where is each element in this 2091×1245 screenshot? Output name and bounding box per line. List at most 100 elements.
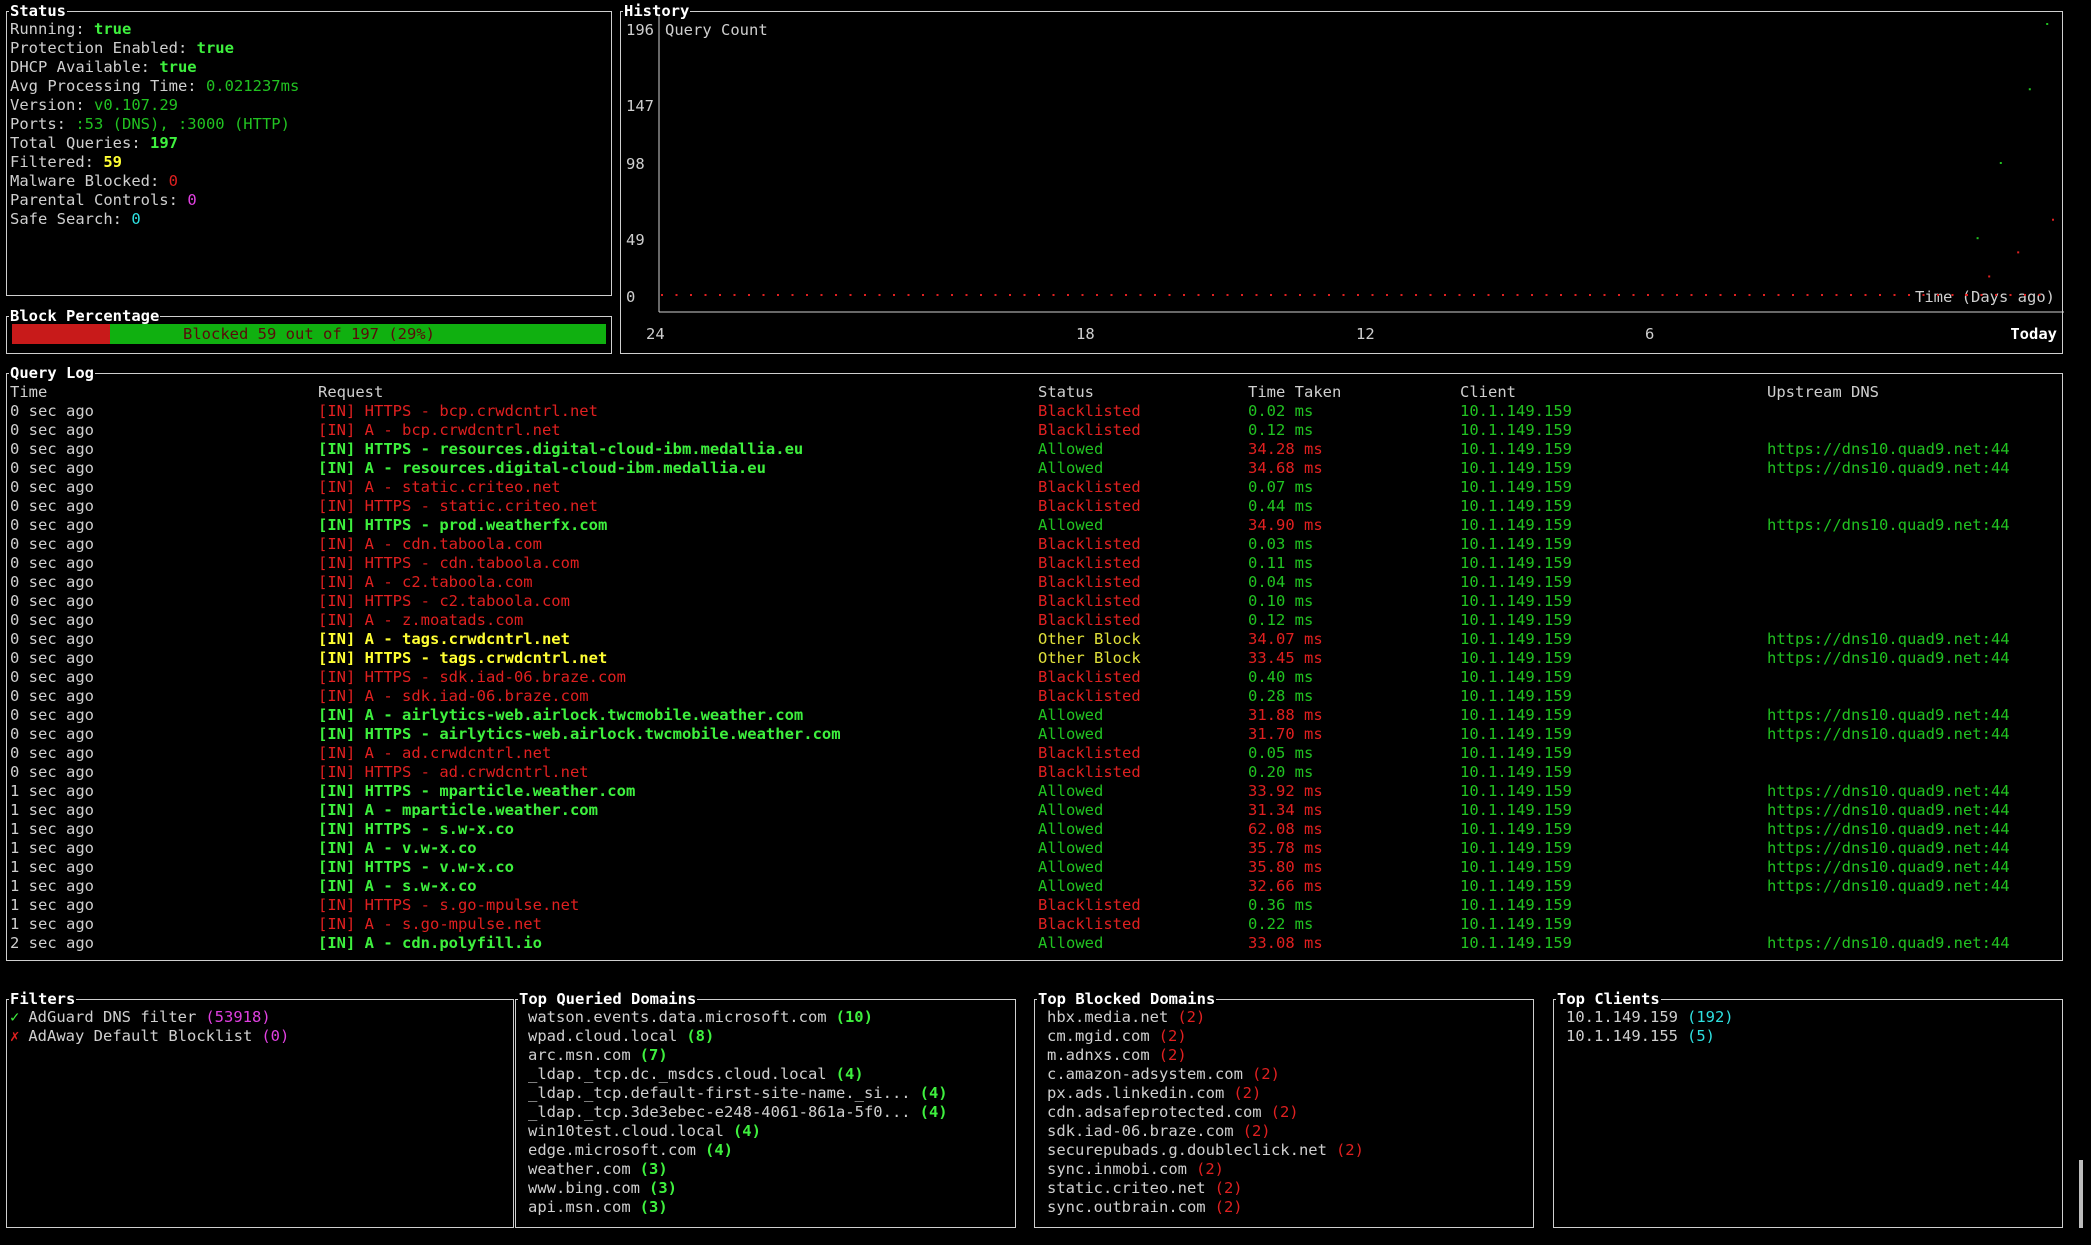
baseline-dot — [1299, 294, 1301, 296]
allowed-point — [1976, 237, 1979, 240]
list-item: _ldap._tcp.3de3ebec-e248-4061-861a-5f0..… — [528, 1103, 948, 1122]
baseline-dot — [1908, 294, 1910, 296]
cell-time-taken: 0.05 ms — [1248, 744, 1314, 762]
baseline-dot — [820, 294, 823, 296]
blocked-point — [2052, 218, 2054, 221]
cell-status: Blacklisted — [1038, 573, 1141, 591]
history-plot — [658, 16, 2064, 313]
cell-status: Blacklisted — [1038, 915, 1141, 933]
allowed-point — [2046, 23, 2049, 25]
query-log-row[interactable]: 0 sec ago [IN] HTTPS - tags.crwdcntrl.net… — [7, 649, 2062, 668]
status-panel: Status Running: true Protection Enabled: … — [6, 1, 612, 296]
blocked-point — [2017, 251, 2020, 254]
list-item-name: hbx.media.net — [1047, 1008, 1169, 1026]
baseline-dot — [965, 294, 968, 296]
query-log-row[interactable]: 0 sec ago [IN] A - sdk.iad-06.braze.com Bl… — [7, 687, 2062, 706]
cell-client: 10.1.149.159 — [1460, 915, 1572, 933]
query-log-row[interactable]: 1 sec ago [IN] HTTPS - s.w-x.co Allowed 62.… — [7, 820, 2062, 839]
cell-request: [IN] HTTPS - s.go-mpulse.net — [318, 896, 580, 914]
baseline-dot — [1589, 294, 1591, 296]
list-item-count: (3) — [639, 1198, 668, 1216]
baseline-dot — [1342, 294, 1345, 296]
cell-status: Blacklisted — [1038, 592, 1141, 610]
cell-request: [IN] A - cdn.polyfill.io — [318, 934, 542, 952]
scrollbar[interactable] — [2079, 1160, 2083, 1228]
query-log-row[interactable]: 0 sec ago [IN] HTTPS - c2.taboola.com Blac… — [7, 592, 2062, 611]
baseline-dot — [1850, 294, 1852, 296]
query-log-row[interactable]: 0 sec ago [IN] A - static.criteo.net Black… — [7, 478, 2062, 497]
query-log-row[interactable]: 0 sec ago [IN] A - c2.taboola.com Blacklis… — [7, 573, 2062, 592]
baseline-dot — [1748, 294, 1751, 296]
query-log-row[interactable]: 0 sec ago [IN] A - ad.crwdcntrl.net Blackl… — [7, 744, 2062, 763]
query-log-row[interactable]: 0 sec ago [IN] HTTPS - resources.digital-… — [7, 440, 2062, 459]
query-log-row[interactable]: 1 sec ago [IN] HTTPS - v.w-x.co Allowed 35.… — [7, 858, 2062, 877]
cell-time: 1 sec ago — [10, 915, 94, 933]
list-item: sdk.iad-06.braze.com (2) — [1047, 1122, 1271, 1141]
cell-request: [IN] HTTPS - tags.crwdcntrl.net — [318, 649, 608, 667]
query-log-row[interactable]: 1 sec ago [IN] A - s.go-mpulse.net Blackli… — [7, 915, 2062, 934]
top-clients-title: Top Clients — [1556, 989, 1661, 1009]
query-log-row[interactable]: 0 sec ago [IN] HTTPS - cdn.taboola.com Bla… — [7, 554, 2062, 573]
status-row: Ports: :53 (DNS), :3000 (HTTP) — [10, 115, 290, 134]
status-value: true — [159, 58, 197, 76]
query-log-row[interactable]: 0 sec ago [IN] HTTPS - ad.crwdcntrl.net Bl… — [7, 763, 2062, 782]
query-log-row[interactable]: 0 sec ago [IN] A - bcp.crwdcntrl.net Black… — [7, 421, 2062, 440]
baseline-dot — [806, 294, 808, 296]
query-log-row[interactable]: 0 sec ago [IN] A - airlytics-web.airlock.… — [7, 706, 2062, 725]
query-log-row[interactable]: 1 sec ago [IN] A - v.w-x.co Allowed 35.78 m… — [7, 839, 2062, 858]
cell-client: 10.1.149.159 — [1460, 706, 1572, 724]
baseline-dot — [1777, 294, 1780, 296]
cell-status: Allowed — [1038, 516, 1104, 534]
top-queried-title: Top Queried Domains — [518, 989, 698, 1009]
header-upstream-dns: Upstream DNS — [1767, 383, 1879, 401]
list-item-count: (4) — [704, 1141, 733, 1159]
baseline-dot — [835, 294, 837, 296]
query-log-row[interactable]: 0 sec ago [IN] A - z.moatads.com Blacklist… — [7, 611, 2062, 630]
list-item: arc.msn.com (7) — [528, 1046, 668, 1065]
query-log-row[interactable]: 0 sec ago [IN] A - cdn.taboola.com Blackli… — [7, 535, 2062, 554]
query-log-row[interactable]: 1 sec ago [IN] A - mparticle.weather.com A… — [7, 801, 2062, 820]
cross-icon: ✗ — [10, 1027, 20, 1045]
query-log-row[interactable]: 0 sec ago [IN] A - resources.digital-clou… — [7, 459, 2062, 478]
cell-time-taken: 0.04 ms — [1248, 573, 1314, 591]
query-log-row[interactable]: 1 sec ago [IN] A - s.w-x.co Allowed 32.66 m… — [7, 877, 2062, 896]
query-log-row[interactable]: 0 sec ago [IN] HTTPS - airlytics-web.airl… — [7, 725, 2062, 744]
cell-upstream-dns: https://dns10.quad9.net:44 — [1767, 801, 2010, 819]
cell-client: 10.1.149.159 — [1460, 687, 1572, 705]
cell-status: Blacklisted — [1038, 763, 1141, 781]
cell-client: 10.1.149.159 — [1460, 801, 1572, 819]
list-item-count: (2) — [1251, 1065, 1280, 1083]
status-value: 0.021237ms — [205, 77, 300, 95]
cell-time-taken: 34.68 ms — [1248, 459, 1323, 477]
cell-request: [IN] HTTPS - s.w-x.co — [318, 820, 514, 838]
baseline-dot — [1125, 294, 1127, 296]
cell-status: Blacklisted — [1038, 744, 1141, 762]
blocked-point — [1965, 293, 1967, 296]
baseline-dot — [1154, 294, 1156, 296]
check-icon: ✓ — [10, 1008, 20, 1026]
query-log-row[interactable]: 0 sec ago [IN] HTTPS - static.criteo.net B… — [7, 497, 2062, 516]
list-item-name: edge.microsoft.com — [528, 1141, 696, 1159]
status-value: :53 (DNS), :3000 (HTTP) — [75, 115, 290, 133]
status-label: Version: — [10, 96, 94, 114]
cell-request: [IN] HTTPS - v.w-x.co — [318, 858, 514, 876]
baseline-dot — [1168, 294, 1171, 296]
baseline-dot — [1937, 294, 1939, 296]
query-log-row[interactable]: 0 sec ago [IN] HTTPS - sdk.iad-06.braze.c… — [7, 668, 2062, 687]
list-item: _ldap._tcp.default-first-site-name._si..… — [528, 1084, 948, 1103]
query-log-row[interactable]: 0 sec ago [IN] HTTPS - bcp.crwdcntrl.net B… — [7, 402, 2062, 421]
list-item: win10test.cloud.local (4) — [528, 1122, 761, 1141]
query-log-row[interactable]: 2 sec ago [IN] A - cdn.polyfill.io Allowed… — [7, 934, 2062, 953]
query-log-row[interactable]: 0 sec ago [IN] HTTPS - prod.weatherfx.com… — [7, 516, 2062, 535]
query-log-row[interactable]: 1 sec ago [IN] HTTPS - mparticle.weather.… — [7, 782, 2062, 801]
status-label: Total Queries: — [10, 134, 150, 152]
query-log-row[interactable]: 1 sec ago [IN] HTTPS - s.go-mpulse.net Bla… — [7, 896, 2062, 915]
list-item-name: watson.events.data.microsoft.com — [528, 1008, 827, 1026]
baseline-dot — [1705, 294, 1707, 296]
baseline-dot — [1241, 294, 1243, 296]
query-log-row[interactable]: 0 sec ago [IN] A - tags.crwdcntrl.net Othe… — [7, 630, 2062, 649]
cell-time: 0 sec ago — [10, 649, 94, 667]
cell-status: Blacklisted — [1038, 497, 1141, 515]
baseline-dot — [1893, 294, 1896, 296]
cell-upstream-dns: https://dns10.quad9.net:44 — [1767, 516, 2010, 534]
